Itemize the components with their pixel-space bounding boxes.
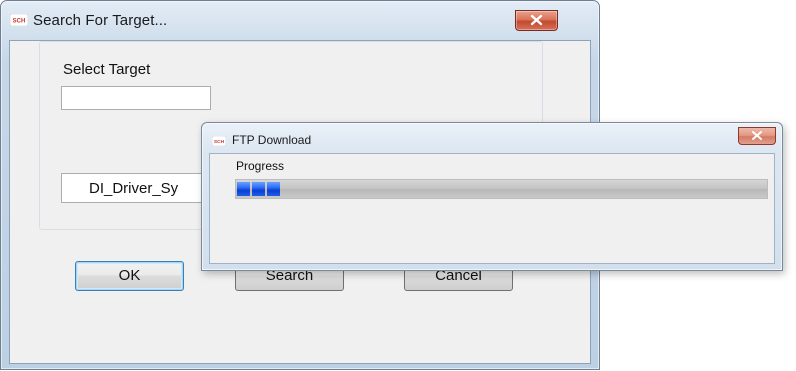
svg-text:SCH: SCH: [13, 19, 26, 25]
window-title: Search For Target...: [33, 12, 168, 29]
progress-fill: [237, 182, 284, 196]
progress-label: Progress: [236, 159, 285, 173]
download-progress-bar: [235, 179, 768, 199]
window-title: FTP Download: [232, 133, 312, 147]
sch-app-icon: SCH: [212, 136, 226, 146]
svg-text:SCH: SCH: [214, 139, 225, 145]
close-button[interactable]: [515, 10, 558, 31]
ftp-download-window: SCH FTP Download Progress: [201, 122, 783, 271]
ok-button[interactable]: OK: [75, 261, 184, 291]
title-bar[interactable]: SCH Search For Target...: [1, 1, 599, 35]
dialog-client-area: [209, 153, 775, 264]
close-icon: [530, 14, 543, 26]
sch-app-icon: SCH: [10, 14, 28, 26]
select-target-label: Select Target: [63, 61, 151, 78]
driver-combobox[interactable]: DI_Driver_Sy: [61, 173, 211, 203]
close-button[interactable]: [738, 127, 776, 145]
close-icon: [752, 131, 762, 140]
target-input[interactable]: [61, 86, 211, 110]
